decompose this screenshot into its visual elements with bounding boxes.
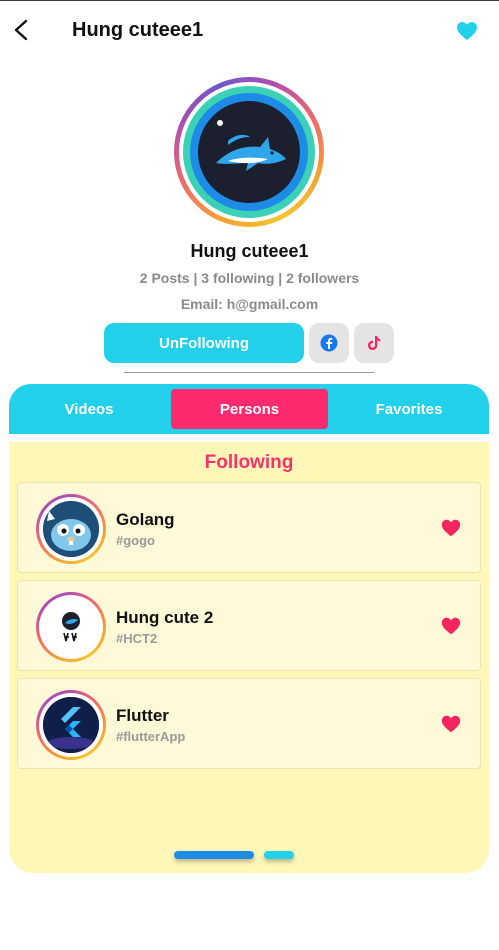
page-indicator[interactable]	[264, 851, 294, 859]
facebook-icon	[320, 334, 338, 352]
heart-icon	[441, 617, 461, 635]
tab-videos[interactable]: Videos	[9, 389, 169, 429]
page-indicator-active[interactable]	[174, 851, 254, 859]
item-tag: #gogo	[116, 533, 155, 548]
following-panel: Following Golang #gogo Hung cute 2 #HCT2…	[9, 442, 489, 873]
list-item[interactable]: Flutter #flutterApp	[17, 678, 481, 769]
item-name: Hung cute 2	[116, 608, 214, 627]
hh-logo-image	[43, 599, 99, 655]
tab-favorites[interactable]: Favorites	[329, 389, 489, 429]
profile-avatar[interactable]	[174, 77, 324, 227]
heart-icon	[457, 22, 477, 40]
divider	[124, 372, 374, 373]
profile-email: Email: h@gmail.com	[180, 296, 319, 312]
avatar	[36, 592, 106, 662]
like-button[interactable]	[440, 713, 462, 735]
list-item[interactable]: Golang #gogo	[17, 482, 481, 573]
back-arrow-icon	[14, 19, 28, 41]
unfollow-button[interactable]: UnFollowing	[104, 323, 304, 363]
heart-icon	[441, 519, 461, 537]
like-button[interactable]	[440, 517, 462, 539]
list-item[interactable]: Hung cute 2 #HCT2	[17, 580, 481, 671]
item-name: Golang	[116, 510, 175, 529]
like-button[interactable]	[440, 615, 462, 637]
back-button[interactable]	[10, 18, 34, 42]
avatar	[36, 494, 106, 564]
tab-bar: Videos Persons Favorites	[9, 384, 489, 434]
profile-name: Hung cuteee1	[190, 241, 309, 261]
profile-stats: 2 Posts | 3 following | 2 followers	[139, 270, 360, 286]
facebook-button[interactable]	[309, 323, 349, 363]
shark-logo-image	[198, 101, 300, 203]
flutter-logo-image	[43, 697, 99, 753]
item-name: Flutter	[116, 706, 169, 725]
avatar	[36, 690, 106, 760]
following-title: Following	[204, 452, 294, 473]
golang-gopher-image	[43, 501, 99, 557]
favorite-button[interactable]	[455, 19, 479, 43]
tiktok-icon	[368, 336, 381, 350]
tiktok-button[interactable]	[354, 323, 394, 363]
item-tag: #HCT2	[116, 631, 158, 646]
page-title: Hung cuteee1	[72, 19, 204, 41]
tab-persons[interactable]: Persons	[171, 389, 328, 429]
app-bar: Hung cuteee1	[0, 1, 499, 59]
heart-icon	[441, 715, 461, 733]
item-tag: #flutterApp	[116, 729, 186, 744]
